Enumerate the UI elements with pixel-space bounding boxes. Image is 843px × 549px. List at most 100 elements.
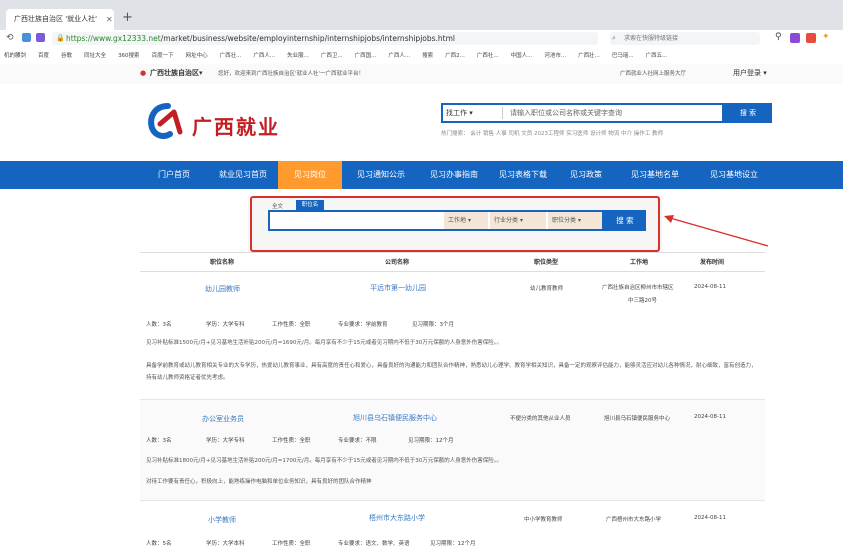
- col-header-place: 工作地: [630, 259, 649, 266]
- location-label: 广西壮族自治区: [150, 69, 199, 77]
- company-link[interactable]: 平远市第一幼儿园: [370, 283, 426, 293]
- new-tab-button[interactable]: +: [122, 10, 133, 25]
- job-type: 中小学教育教师: [524, 517, 563, 523]
- meta-count: 人数：3名: [146, 322, 172, 328]
- bookmark-item[interactable]: 机的腰剑: [4, 53, 26, 59]
- bookmark-item[interactable]: 同址大全: [84, 53, 106, 59]
- puzzle-icon[interactable]: ✦: [822, 32, 830, 42]
- requirement-text: 对待工作要有责任心，积极向上，能熟练操作电脑和单位业务知识，具有良好的团队合作精…: [146, 479, 372, 485]
- url-path: /market/business/website/employinternshi…: [160, 34, 456, 43]
- meta-nature: 工作性质：全职: [272, 322, 311, 328]
- job-place-line2: 中三路20号: [628, 298, 657, 304]
- nav-base-setup[interactable]: 见习基地设立: [696, 161, 772, 189]
- company-link[interactable]: 梧州市大东路小学: [369, 513, 425, 523]
- extension-red-icon[interactable]: [806, 33, 816, 43]
- logo-icon: [148, 103, 183, 139]
- extension-icon[interactable]: [36, 33, 45, 42]
- meta-duration: 见习期限：12个月: [408, 438, 454, 444]
- bookmark-item[interactable]: 谷歌: [61, 53, 72, 59]
- meta-education: 学历：大学专科: [206, 322, 245, 328]
- subsidy-text: 见习补贴标准1500元/月+见习基地生活补贴200元/月=1690元/月。每月享…: [146, 340, 503, 346]
- requirement-text: 具备学前教育或幼儿教育相关专业的大专学历，热爱幼儿教育事业，具有高度的责任心和爱…: [146, 363, 757, 381]
- nav-internship-jobs[interactable]: 见习岗位: [278, 161, 342, 189]
- nav-forms[interactable]: 见习表格下载: [488, 161, 558, 189]
- job-place: 广西壮族自治区柳州市市辖区: [602, 285, 674, 291]
- meta-duration: 见习期限：3个月: [412, 322, 454, 328]
- location-pin-icon: ●: [140, 69, 147, 77]
- search-type-select[interactable]: 找工作 ▾: [446, 107, 503, 119]
- job-title-link[interactable]: 幼儿园教师: [205, 284, 240, 294]
- nav-home[interactable]: 门户首页: [140, 161, 208, 189]
- user-login-label: 用户登录: [733, 69, 761, 77]
- bookmark-item[interactable]: 百度: [38, 53, 49, 59]
- hot-search-text: 热门搜索： 会计 销售 人事 司机 文员 2023工程师 实习医师 设计师 物流…: [441, 131, 663, 137]
- nav-guide[interactable]: 见习办事指南: [420, 161, 488, 189]
- tab-title: 广西壮族自治区 '就业人社': [14, 15, 98, 23]
- bookmark-item[interactable]: 失业服...: [287, 53, 309, 59]
- home-icon[interactable]: [22, 33, 31, 42]
- welcome-text: 您好，欢迎来到广西壮族自治区'就业人社'一广西就业平台！: [218, 71, 365, 77]
- bookmark-item[interactable]: 广西2...: [445, 53, 465, 59]
- bookmark-item[interactable]: 广西壮...: [220, 53, 242, 59]
- bookmark-item[interactable]: 广西卫...: [321, 53, 343, 59]
- bookmark-item[interactable]: 广西五...: [646, 53, 668, 59]
- job-date: 2024-08-11: [694, 414, 726, 420]
- meta-major: 专业要求：学前教育: [338, 322, 388, 328]
- search-type-label: 找工作: [446, 109, 467, 117]
- bookmark-item[interactable]: 360搜索: [118, 53, 140, 59]
- col-header-company: 公司名称: [385, 259, 410, 266]
- bookmark-item[interactable]: 搜索: [422, 53, 433, 59]
- col-header-date: 发布时间: [700, 259, 725, 266]
- meta-nature: 工作性质：全职: [272, 438, 311, 444]
- bookmark-item[interactable]: 广西人...: [388, 53, 410, 59]
- translate-icon[interactable]: ⚲: [775, 32, 782, 42]
- header-search-button[interactable]: 搜 索: [724, 103, 772, 123]
- logo-text: 广西就业: [192, 115, 280, 139]
- back-icon[interactable]: ⟲: [6, 33, 14, 43]
- job-date: 2024-08-11: [694, 515, 726, 521]
- close-icon[interactable]: ✕: [106, 9, 113, 30]
- browser-tab[interactable]: 广西壮族自治区 '就业人社' ✕: [6, 9, 114, 30]
- browser-search-placeholder: 求索在快服特级链接: [624, 35, 679, 42]
- user-login-link[interactable]: 用户登录 ▾: [733, 68, 767, 78]
- job-place: 旭川县乌石镇便民服务中心: [604, 416, 671, 422]
- job-title-link[interactable]: 小学教师: [208, 515, 236, 525]
- nav-base-list[interactable]: 见习基地名单: [614, 161, 696, 189]
- bookmark-item[interactable]: 广西社...: [477, 53, 499, 59]
- service-hall-link[interactable]: 广西就业人社网上服务大厅: [620, 69, 686, 77]
- bookmark-item[interactable]: 百度一下: [152, 53, 174, 59]
- bookmark-item[interactable]: 广西国...: [355, 53, 377, 59]
- browser-search-input[interactable]: 求索在快服特级链接: [610, 32, 760, 45]
- chevron-down-icon: ▾: [199, 69, 203, 77]
- main-nav: 门户首页 就业见习首页 见习岗位 见习通知公示 见习办事指南 见习表格下载 见习…: [0, 161, 843, 189]
- url-input[interactable]: https://www.gx12333.net/market/business/…: [52, 32, 598, 45]
- bookmarks-bar: 机的腰剑 百度 谷歌 同址大全 360搜索 百度一下 网址中心 广西壮... 广西人... 失业服…: [0, 48, 843, 65]
- annotation-highlight-box: [250, 196, 660, 252]
- annotation-arrow-icon: [664, 215, 769, 247]
- meta-nature: 工作性质：全职: [272, 541, 311, 547]
- bookmark-item[interactable]: 河池市...: [544, 53, 566, 59]
- company-link[interactable]: 旭川县乌石镇便民服务中心: [353, 413, 437, 423]
- location-select[interactable]: 广西壮族自治区▾: [150, 68, 203, 78]
- job-date: 2024-08-11: [694, 284, 726, 290]
- bookmark-item[interactable]: 中国人...: [511, 53, 533, 59]
- header-search-input[interactable]: 请输入职位或公司名称或关键字查询: [510, 107, 622, 119]
- bookmark-item[interactable]: 广西壮...: [578, 53, 600, 59]
- lock-icon: 🔒: [56, 34, 65, 42]
- col-header-job: 职位名称: [210, 259, 235, 266]
- nav-notice[interactable]: 见习通知公示: [342, 161, 420, 189]
- bookmark-item[interactable]: 网址中心: [186, 53, 208, 59]
- nav-internship-home[interactable]: 就业见习首页: [208, 161, 278, 189]
- job-type: 不便分类的其他从业人员: [510, 416, 571, 422]
- meta-count: 人数：3名: [146, 438, 172, 444]
- job-title-link[interactable]: 办公室业务员: [202, 414, 244, 424]
- extension-purple-icon[interactable]: [790, 33, 800, 43]
- url-host: https://www.gx12333.net: [66, 34, 161, 43]
- bookmark-item[interactable]: 广西人...: [253, 53, 275, 59]
- search-icon: ⌕: [612, 34, 616, 42]
- bookmark-item[interactable]: 巴马瑶...: [612, 53, 634, 59]
- meta-education: 学历：大学专科: [206, 438, 245, 444]
- meta-duration: 见习期限：12个月: [430, 541, 476, 547]
- nav-policy[interactable]: 见习政策: [558, 161, 614, 189]
- meta-education: 学历：大学本科: [206, 541, 245, 547]
